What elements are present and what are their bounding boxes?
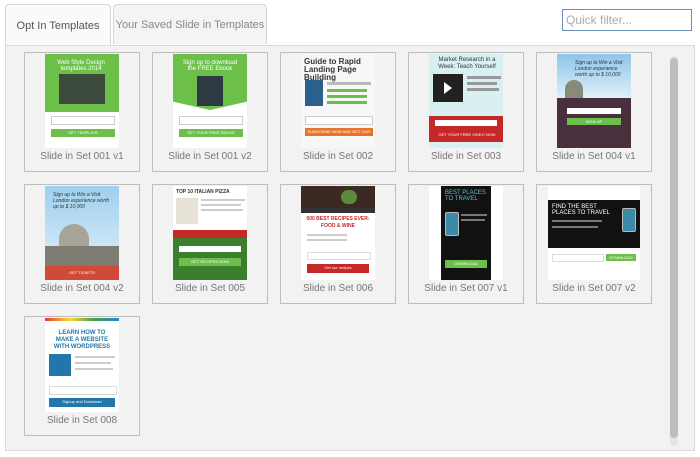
- thumb-headline: BEST PLACES TO TRAVEL: [445, 190, 486, 202]
- thumb-button: Get our recipes: [324, 265, 352, 270]
- tab-label: Opt In Templates: [16, 19, 100, 32]
- template-preview-image: Web Style Design templates 2014 GET TEMP…: [45, 54, 119, 148]
- thumb-button: SIGN UP: [585, 119, 603, 124]
- template-card[interactable]: Guide to Rapid Landing Page Building SUB…: [280, 52, 396, 172]
- thumb-button: GET YOUR FREE VIDEO NOW: [438, 132, 496, 137]
- template-caption: Slide in Set 006: [302, 283, 374, 294]
- tab-opt-in-templates[interactable]: Opt In Templates: [5, 4, 111, 46]
- template-caption: Slide in Set 008: [46, 415, 118, 426]
- thumb-headline: FIND THE BEST PLACES TO TRAVEL: [552, 204, 610, 216]
- template-preview-image: Market Research in a Week: Teach Yoursel…: [429, 54, 503, 148]
- template-caption: Slide in Set 001 v2: [168, 151, 252, 162]
- template-card[interactable]: Web Style Design templates 2014 GET TEMP…: [24, 52, 140, 172]
- vertical-scrollbar[interactable]: [670, 56, 678, 446]
- scrollbar-thumb[interactable]: [670, 58, 678, 438]
- template-preview-image: TOP 10 ITALIAN PIZZA GET RECIPES NOW: [173, 186, 247, 280]
- template-card[interactable]: Sign up to Win a Visit London experience…: [536, 52, 652, 172]
- thumb-button: GET TEMPLATE: [67, 130, 98, 135]
- thumb-headline: Guide to Rapid Landing Page Building: [304, 57, 361, 82]
- thumb-headline: LEARN HOW TO MAKE A WEBSITE WITH WORDPRE…: [53, 330, 111, 350]
- template-card[interactable]: TOP 10 ITALIAN PIZZA GET RECIPES NOW Sli…: [152, 184, 268, 304]
- thumb-button: Signup and Download: [62, 399, 102, 404]
- tab-saved-templates[interactable]: Your Saved Slide in Templates: [113, 4, 267, 44]
- template-preview-image: BEST PLACES TO TRAVEL DOWNLOAD: [429, 186, 503, 280]
- template-caption: Slide in Set 007 v2: [552, 283, 636, 294]
- template-caption: Slide in Set 005: [174, 283, 246, 294]
- thumb-button: GET YOUR FREE EBOOK: [187, 130, 235, 135]
- template-caption: Slide in Set 002: [302, 151, 374, 162]
- thumb-headline: TOP 10 ITALIAN PIZZA: [176, 189, 230, 195]
- template-preview-image: 500 BEST RECIPES EVER: FOOD & WINE Get o…: [301, 186, 375, 280]
- thumb-headline: Sign up to Win a Visit London experience…: [575, 60, 623, 78]
- template-caption: Slide in Set 004 v2: [40, 283, 124, 294]
- template-caption: Slide in Set 003: [430, 151, 502, 162]
- template-card[interactable]: Sign up to download the FREE Ebook GET Y…: [152, 52, 268, 172]
- template-card[interactable]: Sign up to Win a Visit London experience…: [24, 184, 140, 304]
- template-card[interactable]: Market Research in a Week: Teach Yoursel…: [408, 52, 524, 172]
- thumb-headline: 500 BEST RECIPES EVER: FOOD & WINE: [306, 216, 370, 229]
- thumb-button: DOWNLOAD: [609, 255, 633, 260]
- template-card[interactable]: FIND THE BEST PLACES TO TRAVEL DOWNLOAD …: [536, 184, 652, 304]
- thumb-headline: Sign up to Win a Visit London experience…: [53, 192, 110, 210]
- thumb-button: GET TICKETS: [68, 270, 96, 275]
- template-card[interactable]: BEST PLACES TO TRAVEL DOWNLOAD Slide in …: [408, 184, 524, 304]
- thumb-button: SUBSCRIBE NOW AND GET OUR GUIDE: [307, 129, 371, 140]
- template-caption: Slide in Set 001 v1: [40, 151, 124, 162]
- templates-panel: Web Style Design templates 2014 GET TEMP…: [5, 45, 695, 451]
- template-preview-image: FIND THE BEST PLACES TO TRAVEL DOWNLOAD: [548, 186, 640, 280]
- template-card[interactable]: LEARN HOW TO MAKE A WEBSITE WITH WORDPRE…: [24, 316, 140, 436]
- template-caption: Slide in Set 004 v1: [552, 151, 636, 162]
- tab-bar: Opt In Templates Your Saved Slide in Tem…: [5, 4, 269, 46]
- template-card[interactable]: 500 BEST RECIPES EVER: FOOD & WINE Get o…: [280, 184, 396, 304]
- quick-filter-input[interactable]: [562, 9, 692, 31]
- thumb-headline: Sign up to download the FREE Ebook: [182, 60, 238, 72]
- thumb-headline: Web Style Design templates 2014: [57, 60, 105, 72]
- thumb-button: GET RECIPES NOW: [191, 259, 229, 264]
- template-preview-image: Sign up to Win a Visit London experience…: [557, 54, 631, 148]
- template-preview-image: Sign up to download the FREE Ebook GET Y…: [173, 54, 247, 148]
- template-caption: Slide in Set 007 v1: [424, 283, 508, 294]
- template-preview-image: Guide to Rapid Landing Page Building SUB…: [301, 54, 375, 148]
- template-preview-image: LEARN HOW TO MAKE A WEBSITE WITH WORDPRE…: [45, 318, 119, 412]
- tab-label: Your Saved Slide in Templates: [115, 18, 265, 31]
- thumb-headline: Market Research in a Week: Teach Yoursel…: [438, 57, 496, 70]
- thumb-button: DOWNLOAD: [454, 261, 478, 266]
- template-preview-image: Sign up to Win a Visit London experience…: [45, 186, 119, 280]
